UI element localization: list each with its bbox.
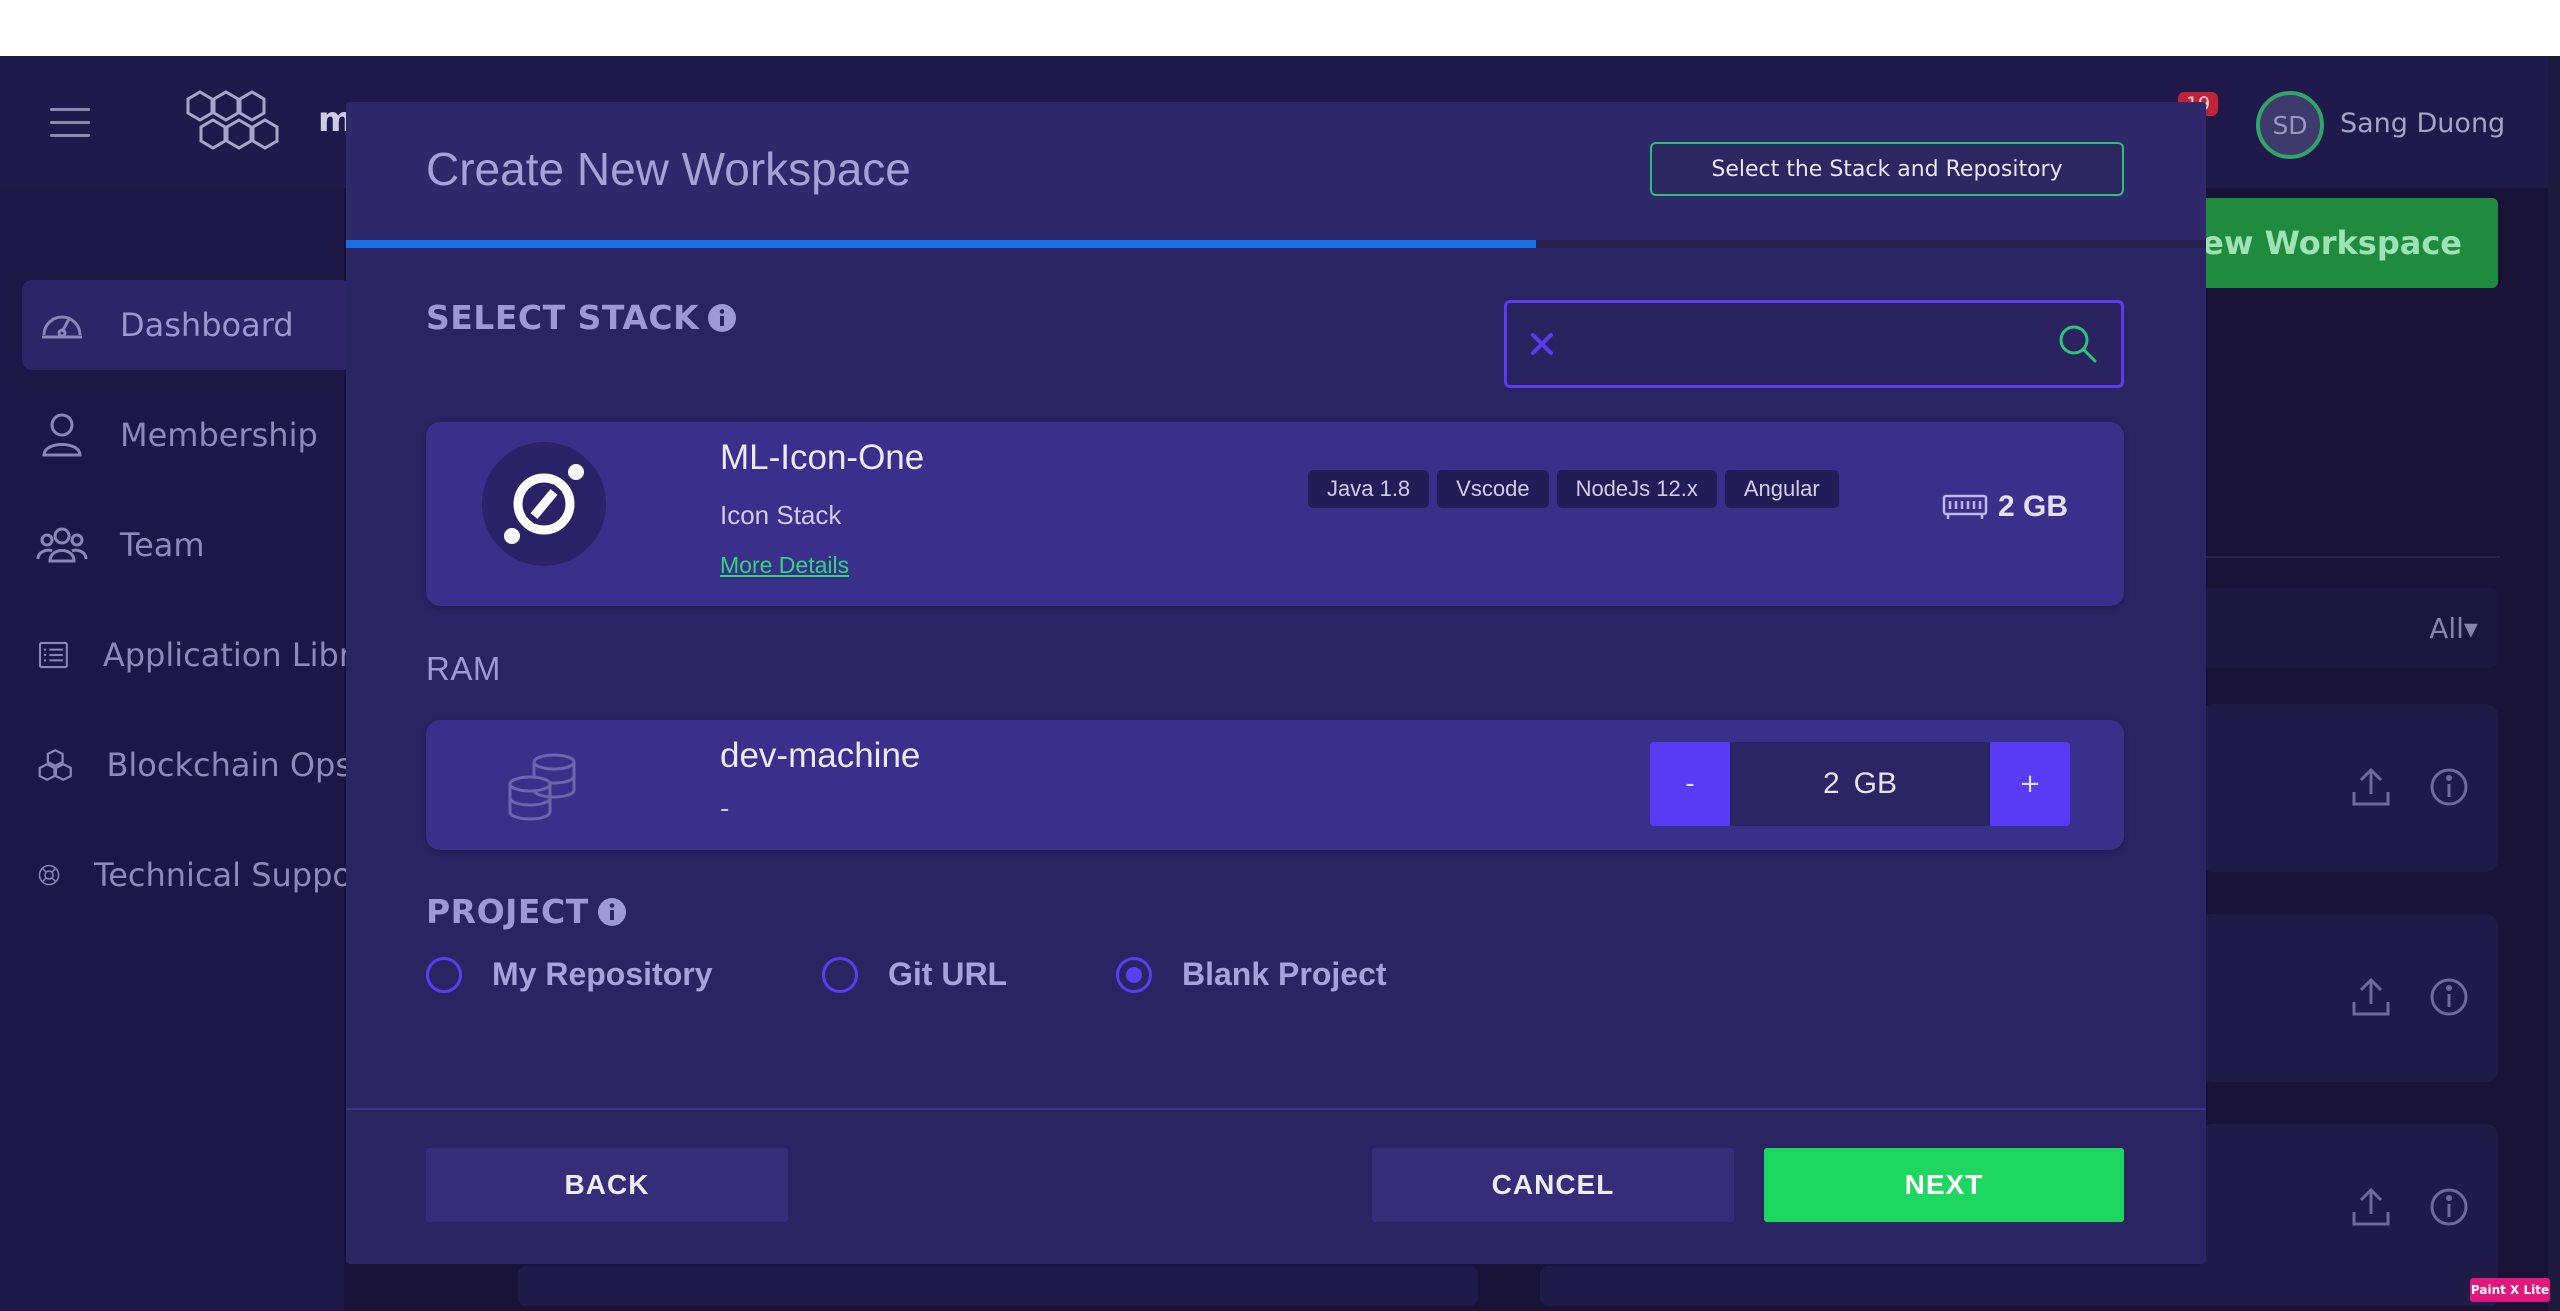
sidebar-item-label: Dashboard xyxy=(120,306,294,344)
progress-bar-fill xyxy=(346,240,1537,248)
decrease-ram-button[interactable]: - xyxy=(1650,742,1730,826)
lifebuoy-icon xyxy=(38,864,60,886)
project-label: PROJECT xyxy=(426,892,589,931)
machine-card: dev-machine - - 2 GB + xyxy=(426,720,2124,850)
info-icon[interactable] xyxy=(2426,974,2472,1020)
cubes-icon xyxy=(38,748,72,782)
sidebar-item-label: Team xyxy=(120,526,205,564)
back-button[interactable]: BACK xyxy=(426,1148,788,1222)
sidebar-item-team[interactable]: Team xyxy=(22,500,352,590)
radio-button[interactable] xyxy=(426,956,462,993)
radio-button[interactable] xyxy=(1116,956,1152,993)
stack-tag: Angular xyxy=(1724,470,1839,508)
dashboard-icon xyxy=(42,315,82,339)
more-details-link[interactable]: More Details xyxy=(720,552,849,579)
info-icon[interactable] xyxy=(597,897,627,927)
project-type-radio-group: My Repository Git URL Blank Project xyxy=(426,956,1626,1006)
stack-name: ML-Icon-One xyxy=(720,438,925,477)
hamburger-menu-icon[interactable] xyxy=(50,108,90,138)
sidebar-item-blockchain-ops[interactable]: Blockchain Ops xyxy=(22,720,352,810)
sidebar-item-technical-support[interactable]: Technical Suppo xyxy=(22,830,352,920)
stack-ram: 2 GB xyxy=(1942,490,2068,524)
paint-x-lite-badge: Paint X Lite xyxy=(2470,1278,2550,1302)
stack-search-box xyxy=(1504,300,2124,388)
upload-icon[interactable] xyxy=(2348,974,2394,1020)
ram-value: 2 xyxy=(1822,767,1840,800)
stack-tag: NodeJs 12.x xyxy=(1556,470,1717,508)
radio-blank-project[interactable]: Blank Project xyxy=(1116,956,1387,993)
stack-search-input[interactable] xyxy=(1577,317,2037,371)
sidebar-item-label: Blockchain Ops xyxy=(106,746,352,784)
next-button[interactable]: NEXT xyxy=(1764,1148,2124,1222)
sidebar-item-application-library[interactable]: Application Libr xyxy=(22,610,352,700)
upload-icon[interactable] xyxy=(2348,1184,2394,1230)
select-stack-label: SELECT STACK xyxy=(426,298,700,337)
workspace-card xyxy=(2200,704,2498,872)
radio-git-url[interactable]: Git URL xyxy=(822,956,1007,993)
stack-ram-value: 2 GB xyxy=(1998,490,2069,523)
filter-dropdown[interactable]: All▾ xyxy=(2180,588,2498,668)
divider xyxy=(346,1108,2206,1110)
avatar[interactable]: SD xyxy=(2256,91,2324,159)
step-indicator: Select the Stack and Repository xyxy=(1650,142,2124,196)
stack-subtitle: Icon Stack xyxy=(720,500,842,530)
upload-icon[interactable] xyxy=(2348,764,2394,810)
ram-heading: RAM xyxy=(426,650,501,688)
radio-label: My Repository xyxy=(492,956,713,992)
create-workspace-modal: Create New Workspace Select the Stack an… xyxy=(346,102,2206,1264)
progress-bar xyxy=(346,240,2206,248)
icon-stack-logo-icon xyxy=(504,464,584,544)
machine-subtitle: - xyxy=(720,794,730,824)
ram-label: RAM xyxy=(426,650,501,687)
team-icon xyxy=(36,527,88,563)
sidebar-item-label: Membership xyxy=(120,416,318,454)
stack-tag: Vscode xyxy=(1437,470,1549,508)
brand-logo-icon xyxy=(186,90,279,150)
sidebar: Dashboard Membership Team Application Li… xyxy=(0,188,352,1311)
increase-ram-button[interactable]: + xyxy=(1990,742,2070,826)
info-icon[interactable] xyxy=(707,303,737,333)
project-heading: PROJECT xyxy=(426,892,627,931)
radio-button[interactable] xyxy=(822,956,858,993)
ram-unit: GB xyxy=(1853,767,1898,800)
scrollbar[interactable] xyxy=(2548,56,2560,1311)
modal-title: Create New Workspace xyxy=(426,143,911,195)
radio-label: Blank Project xyxy=(1182,956,1387,992)
user-name[interactable]: Sang Duong xyxy=(2340,108,2505,139)
stack-logo xyxy=(482,442,606,566)
background-panel xyxy=(1540,1266,2498,1306)
cancel-button[interactable]: CANCEL xyxy=(1372,1148,1734,1222)
workspace-card xyxy=(2200,914,2498,1082)
close-icon[interactable] xyxy=(1523,325,1561,363)
memory-icon xyxy=(1942,494,1988,519)
sidebar-item-dashboard[interactable]: Dashboard xyxy=(22,280,352,370)
search-icon[interactable] xyxy=(2055,321,2101,367)
divider xyxy=(2200,556,2500,558)
modal-header: Create New Workspace Select the Stack an… xyxy=(346,102,2206,242)
ram-value-display[interactable]: 2 GB xyxy=(1730,742,1990,826)
stack-card[interactable]: ML-Icon-One Icon Stack More Details Java… xyxy=(426,422,2124,606)
sidebar-item-label: Technical Suppo xyxy=(94,856,352,894)
list-icon xyxy=(39,641,68,669)
stack-tags: Java 1.8 Vscode NodeJs 12.x Angular xyxy=(1308,470,1868,508)
ram-stepper: - 2 GB + xyxy=(1650,742,2070,826)
radio-label: Git URL xyxy=(888,956,1008,992)
sidebar-item-membership[interactable]: Membership xyxy=(22,390,352,480)
sidebar-item-label: Application Libr xyxy=(102,636,352,674)
machine-name: dev-machine xyxy=(720,736,921,775)
radio-my-repository[interactable]: My Repository xyxy=(426,956,712,993)
stack-tag: Java 1.8 xyxy=(1308,470,1430,508)
database-icon xyxy=(508,753,576,821)
select-stack-heading: SELECT STACK xyxy=(426,298,737,337)
new-workspace-button[interactable]: New Workspace xyxy=(2160,198,2498,288)
info-icon[interactable] xyxy=(2426,1184,2472,1230)
background-panel xyxy=(518,1266,1478,1306)
info-icon[interactable] xyxy=(2426,764,2472,810)
user-icon xyxy=(42,413,82,457)
